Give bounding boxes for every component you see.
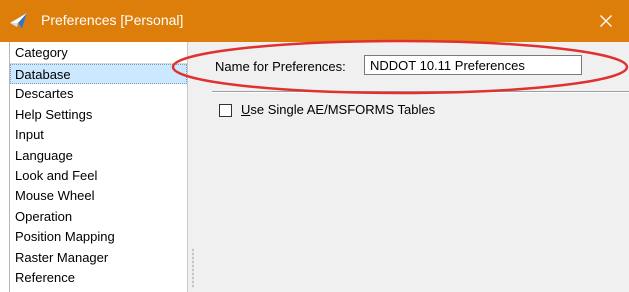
mnemonic-letter: U	[241, 102, 251, 117]
separator	[212, 91, 629, 93]
category-pane: Category Database Descartes Help Setting…	[10, 42, 188, 292]
category-header: Category	[10, 42, 187, 64]
category-item-reference[interactable]: Reference	[10, 268, 187, 288]
use-single-ae-msforms-tables-checkbox[interactable]	[219, 104, 232, 117]
checkbox-label-text: se Single AE/MSFORMS Tables	[250, 102, 436, 117]
category-item-language[interactable]: Language	[10, 146, 187, 166]
use-single-ae-msforms-tables-label[interactable]: Use Single AE/MSFORMS Tables	[241, 102, 435, 118]
name-for-preferences-label: Name for Preferences:	[215, 59, 346, 74]
category-item-raster-manager[interactable]: Raster Manager	[10, 248, 187, 268]
app-icon	[8, 10, 30, 32]
preferences-content: Name for Preferences: Use Single AE/MSFO…	[198, 42, 629, 292]
dialog-body: Category Database Descartes Help Setting…	[9, 42, 629, 292]
splitter-grip-icon	[192, 248, 194, 288]
name-for-preferences-field[interactable]	[364, 55, 582, 75]
close-icon	[600, 15, 612, 27]
category-item-help-settings[interactable]: Help Settings	[10, 105, 187, 125]
title-bar: Preferences [Personal]	[0, 0, 629, 42]
category-list: Database Descartes Help Settings Input L…	[10, 64, 187, 288]
category-item-descartes[interactable]: Descartes	[10, 84, 187, 104]
category-item-operation[interactable]: Operation	[10, 207, 187, 227]
category-item-mouse-wheel[interactable]: Mouse Wheel	[10, 186, 187, 206]
category-item-position-mapping[interactable]: Position Mapping	[10, 227, 187, 247]
category-item-input[interactable]: Input	[10, 125, 187, 145]
pane-splitter[interactable]	[188, 42, 198, 292]
category-item-database[interactable]: Database	[10, 64, 187, 85]
window-title: Preferences [Personal]	[41, 12, 184, 28]
close-button[interactable]	[583, 0, 629, 42]
category-item-look-and-feel[interactable]: Look and Feel	[10, 166, 187, 186]
